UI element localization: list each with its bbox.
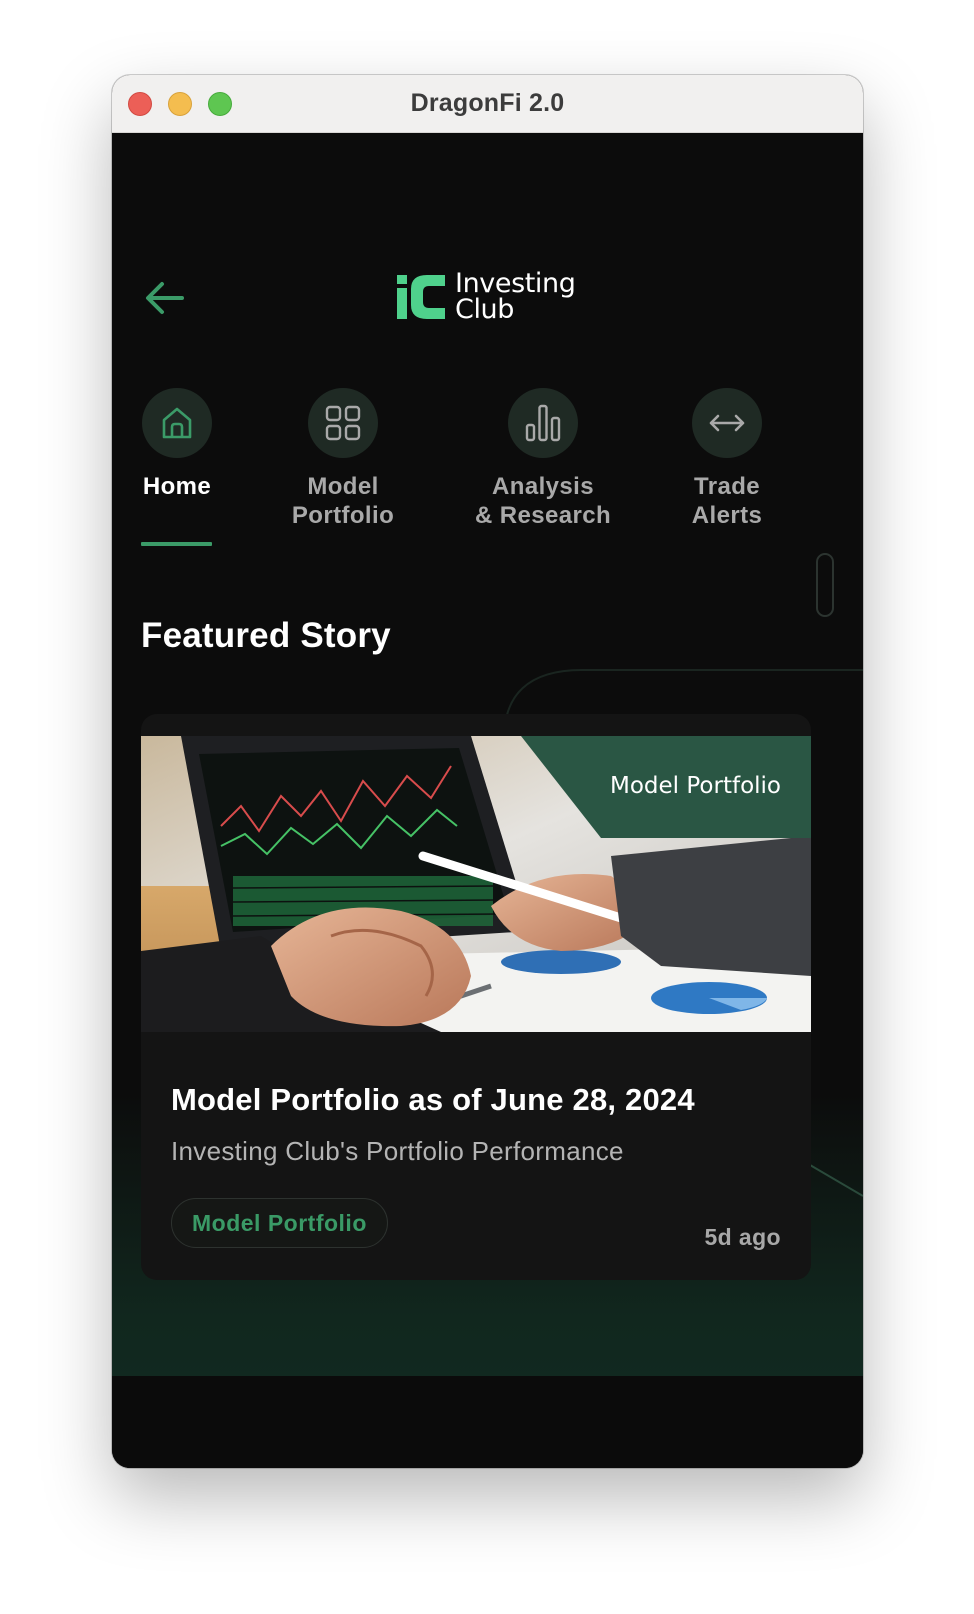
active-tab-indicator bbox=[141, 542, 212, 546]
logo-line-2: Club bbox=[455, 294, 515, 325]
title-bar: DragonFi 2.0 bbox=[112, 75, 863, 133]
nav-tab-model-portfolio[interactable]: Model Portfolio bbox=[258, 388, 428, 530]
story-photo: Model Portfolio bbox=[141, 736, 811, 1032]
home-icon bbox=[162, 407, 192, 439]
nav-tab-trade-alerts-label: Trade Alerts bbox=[691, 473, 763, 529]
bottom-bar bbox=[112, 1376, 863, 1468]
ic-logo-mark bbox=[397, 275, 445, 319]
story-timestamp: 5d ago bbox=[704, 1224, 781, 1250]
nav-tab-home[interactable]: Home bbox=[112, 388, 262, 501]
window-title: DragonFi 2.0 bbox=[410, 89, 565, 117]
featured-story-card[interactable]: Model Portfolio Model Portfolio as of Ju… bbox=[141, 714, 811, 1280]
featured-story-heading: Featured Story bbox=[141, 616, 391, 655]
nav-tab-home-label: Home bbox=[142, 473, 212, 500]
nav-icon-circle bbox=[692, 388, 762, 458]
section-nav: Home Model Portfolio Analysis & Research… bbox=[112, 388, 863, 558]
story-subtitle: Investing Club's Portfolio Performance bbox=[171, 1136, 624, 1166]
story-title: Model Portfolio as of June 28, 2024 bbox=[171, 1082, 695, 1117]
nav-tab-analysis-research[interactable]: Analysis & Research bbox=[458, 388, 628, 530]
main-content: Investing Club Home Model Portfolio Anal… bbox=[112, 133, 863, 1468]
arrows-horizontal-icon bbox=[709, 414, 745, 432]
nav-tab-trade-alerts[interactable]: Trade Alerts bbox=[642, 388, 812, 530]
arrow-left-icon bbox=[146, 282, 184, 314]
bar-chart-icon bbox=[525, 404, 561, 442]
grid-icon bbox=[325, 405, 361, 441]
app-window: DragonFi 2.0 Investing Club Home Model P… bbox=[112, 75, 863, 1468]
story-category-tag[interactable]: Model Portfolio bbox=[171, 1198, 388, 1248]
logo-wordmark: Investing Club bbox=[455, 270, 576, 325]
story-image-ribbon-label: Model Portfolio bbox=[610, 773, 781, 799]
scrollbar-thumb[interactable] bbox=[816, 553, 834, 617]
story-image: Model Portfolio bbox=[141, 736, 811, 1032]
nav-tab-model-portfolio-label: Model Portfolio bbox=[291, 473, 395, 529]
nav-icon-circle bbox=[508, 388, 578, 458]
nav-icon-circle bbox=[308, 388, 378, 458]
investing-club-logo: Investing Club bbox=[397, 270, 576, 325]
nav-icon-circle bbox=[142, 388, 212, 458]
nav-tab-analysis-research-label: Analysis & Research bbox=[474, 473, 612, 529]
back-button[interactable] bbox=[140, 273, 190, 323]
